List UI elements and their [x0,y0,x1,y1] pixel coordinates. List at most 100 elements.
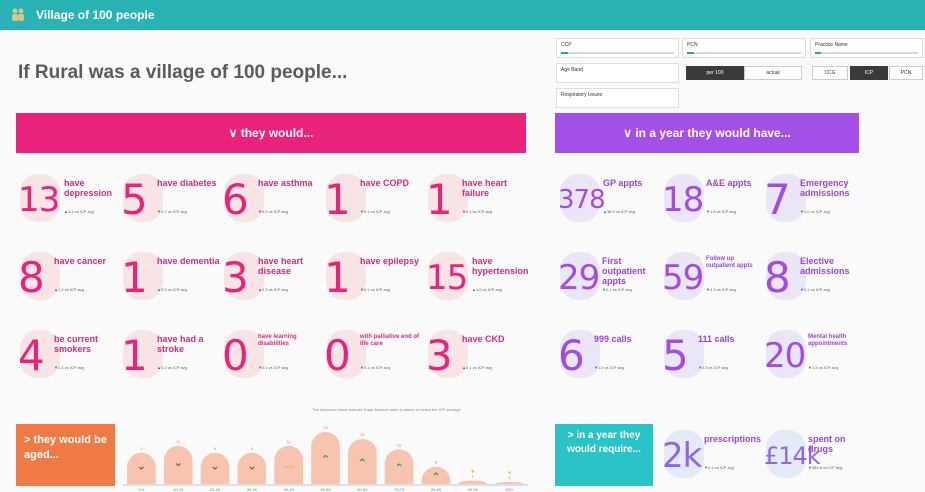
aged-panel: > they would be aged... [16,424,115,486]
stat-comparison: ▼383.6 vs ICP avg [808,465,843,470]
stat-comparison: ▼0.1 vs ICP avg [800,287,830,292]
stat-value: 59 [662,258,704,298]
stat-cell: 5 111 calls ▼0.3 vs ICP avg [660,328,760,388]
stat-comparison: ▼0.3 vs ICP avg [698,365,728,370]
practice-filter-bar [815,52,918,54]
stat-comparison: ▲38.9 vs ICP avg [603,209,636,214]
stat-value: 3 [222,253,249,302]
pcn-toggle[interactable]: PCN [889,66,923,80]
age-band-label: 70-79 [394,487,405,492]
stat-value: 20 [764,336,806,376]
stat-comparison: ▲0.3 vs ICP avg [258,287,288,292]
stat-label: have learning disabilities [258,334,297,347]
chevron-down-icon: ⌄ [247,459,256,472]
chevron-down-icon: ⌄ [210,459,219,472]
age-bar-value: 9 [140,446,143,451]
page-title: If Rural was a village of 100 people... [18,62,348,83]
people-icon [10,7,26,23]
stat-label: have CKD [462,334,505,344]
stat-cell: 6 have asthma ▼0.3 vs ICP avg [220,172,320,232]
practice-filter[interactable]: Practice Name [810,38,923,58]
age-bar [495,482,524,484]
stat-comparison: ▲3.1 vs ICP avg [64,209,94,214]
stat-cell: 1 have heart failure ▼0.1 vs ICP avg [424,172,524,232]
stat-comparison: ▼1.0 vs ICP avg [594,365,624,370]
stat-comparison: ▼1.0 vs ICP avg [800,209,830,214]
chevron-note: The chevrons below indicate if age brack… [312,407,461,412]
age-band-label: 20-29 [210,487,221,492]
stat-comparison: ▼4.3 vs ICP avg [706,287,736,292]
pcn-filter[interactable]: PCN [682,38,806,58]
age-band-label: 90-99 [468,487,479,492]
stat-value: 8 [18,253,45,302]
stat-cell: 0 have learning disabilities ▼0.1 vs ICP a… [220,328,320,388]
stat-value: 378 [558,185,606,215]
age-bar-value: 15 [323,425,328,430]
stat-label: have heart failure [462,178,508,198]
chevron-up-icon: ⌃ [431,470,440,483]
stat-label: have heart disease [258,256,304,276]
stat-value: 6 [222,175,249,224]
age-chart-baseline [123,484,528,486]
stat-value: 13 [18,180,60,220]
stat-value: 1 [324,175,351,224]
stat-cell: £14k spent on drugs ▼383.6 vs ICP avg [762,428,862,488]
app-title: Village of 100 people [36,8,155,22]
stat-label: have asthma [258,178,313,188]
stat-label: have depression [64,178,113,198]
stat-comparison: ▲1.0 vs ICP avg [472,287,502,292]
age-bar-value: 13 [360,432,365,437]
age-band-label: 80-89 [431,487,442,492]
age-chart: 9 ⌄ 0-9 11 ⌄ 10-19 9 ⌄ 20-29 9 ⌄ 30-39 11 — 40-49 15 ⌃ 50… [123,425,528,492]
stat-value: 8 [764,253,791,302]
stat-value: 2k [662,436,702,476]
ccg-toggle[interactable]: CCG [812,66,848,80]
stat-value: 18 [662,180,704,220]
stat-comparison: ▲0.3 vs ICP avg [157,287,187,292]
pcn-filter-label: PCN [687,42,698,48]
stat-cell: 8 have cancer ▲1.0 vs ICP avg [16,250,116,310]
stat-label: have dementia [157,256,220,266]
stat-label: Elective admissions [800,256,850,276]
per-100-toggle[interactable]: per 100 [686,66,744,80]
stat-label: have epilepsy [360,256,420,266]
actual-toggle[interactable]: actual [744,66,802,80]
stat-label: First outpatient appts [602,256,646,286]
age-band-filter[interactable]: Age Band [556,63,679,83]
stat-cell: 18 A&E appts ▼1.8 vs ICP avg [660,172,760,232]
stat-label: A&E appts [706,178,752,188]
stat-value: 6 [558,331,585,380]
stat-label: 111 calls [698,334,735,344]
age-bar-value: 9 [214,446,217,451]
stat-comparison: ▼1.2 vs ICP avg [54,365,84,370]
ccp-filter[interactable]: CCP [556,38,679,58]
age-band-label: 40-49 [284,487,295,492]
stat-comparison: ▼1.8 vs ICP avg [706,209,736,214]
stat-cell: 3 have CKD ▲0.1 vs ICP avg [424,328,524,388]
stat-comparison: ▼0.1 vs ICP avg [258,365,288,370]
stat-comparison: ▼0.1 vs ICP avg [360,287,390,292]
age-bar-value: 11 [176,439,181,444]
stat-value: 1 [121,331,148,380]
stat-label: have had a stroke [157,334,204,354]
dash-icon: ▾ [508,469,512,477]
stat-value: 3 [426,331,453,380]
require-panel: > in a year they would require... [555,424,653,486]
age-band-label: 0-9 [139,487,146,492]
stat-label: prescriptions [704,434,762,444]
stat-value: 1 [324,253,351,302]
in-a-year-banner: ∨ in a year they would have... [555,113,859,153]
stat-cell: 5 have diabetes ▼0.7 vs ICP avg [119,172,219,232]
respiratory-filter[interactable]: Respiratory Issues [556,88,679,108]
stat-cell: 8 Elective admissions ▼0.1 vs ICP avg [762,250,862,310]
age-band-label: 50-59 [320,487,331,492]
stat-comparison: ▼1.3 vs ICP avg [808,365,838,370]
stat-label: spent on drugs [808,434,846,454]
stat-comparison: ▼0.1 vs ICP avg [462,209,492,214]
age-band-label: 30-39 [247,487,258,492]
practice-filter-label: Practice Name [815,42,848,48]
stat-value: 1 [426,175,453,224]
stat-cell: 1 have COPD ▼0.1 vs ICP avg [322,172,422,232]
icp-toggle[interactable]: ICP [850,66,888,80]
stat-comparison: ▼0.1 vs ICP avg [602,287,632,292]
